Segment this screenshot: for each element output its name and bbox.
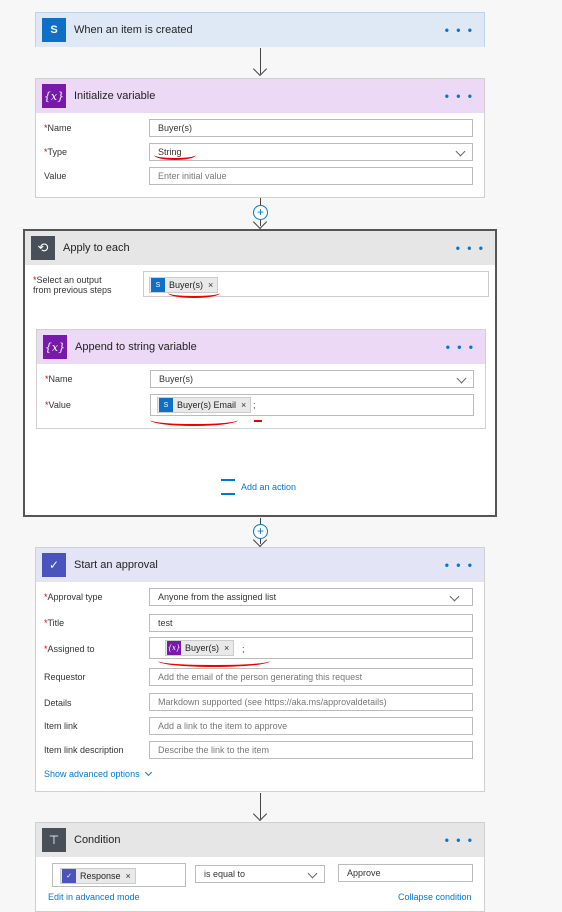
- sharepoint-icon: S: [159, 398, 173, 412]
- approval-type-label: *Approval type: [44, 592, 103, 602]
- start-approval-title: Start an approval: [74, 559, 158, 571]
- start-approval-card: ✓ Start an approval • • • *Approval type…: [35, 547, 485, 792]
- chevron-down-icon: [455, 146, 466, 157]
- condition-title: Condition: [74, 834, 121, 846]
- sharepoint-icon: S: [151, 278, 165, 292]
- initialize-variable-card: {x} Initialize variable • • • *Name Buye…: [35, 78, 485, 198]
- show-advanced-options-label: Show advanced options: [44, 769, 140, 779]
- collapse-condition-link[interactable]: Collapse condition: [398, 892, 472, 902]
- select-output-label: *Select an output from previous steps: [33, 275, 112, 295]
- item-link-description-input[interactable]: Describe the link to the item: [149, 741, 473, 759]
- sharepoint-icon: S: [42, 18, 66, 42]
- start-approval-header[interactable]: ✓ Start an approval • • •: [36, 548, 484, 582]
- red-underline-annotation: [150, 414, 238, 426]
- variable-icon: {x}: [43, 335, 67, 359]
- name-label: *Name: [44, 123, 72, 133]
- chevron-down-icon: [145, 768, 153, 777]
- token-label: Buyer(s): [185, 643, 220, 653]
- remove-token-icon[interactable]: ×: [241, 400, 246, 410]
- assigned-to-label: *Assigned to: [44, 644, 95, 654]
- more-options-icon[interactable]: • • •: [456, 241, 485, 255]
- name-label: *Name: [45, 374, 73, 384]
- more-options-icon[interactable]: • • •: [445, 558, 474, 572]
- arrow-down-icon: [252, 806, 268, 822]
- value-input[interactable]: Enter initial value: [149, 167, 473, 185]
- item-link-label: Item link: [44, 721, 78, 731]
- trigger-card[interactable]: S When an item is created • • •: [35, 12, 485, 47]
- buyers-email-token[interactable]: S Buyer(s) Email ×: [157, 397, 252, 413]
- variable-icon: {x}: [42, 84, 66, 108]
- name-dropdown[interactable]: Buyer(s): [150, 370, 474, 388]
- add-action-button[interactable]: Add an action: [221, 479, 296, 495]
- chevron-down-icon: [456, 373, 467, 384]
- initialize-variable-title: Initialize variable: [74, 90, 156, 102]
- title-field[interactable]: test: [149, 614, 473, 632]
- name-field[interactable]: Buyer(s): [149, 119, 473, 137]
- apply-to-each-card: ⟲ Apply to each • • • *Select an output f…: [23, 229, 497, 517]
- response-token[interactable]: ✓ Response ×: [60, 868, 136, 884]
- remove-token-icon[interactable]: ×: [224, 643, 229, 653]
- condition-operator-dropdown[interactable]: is equal to: [195, 865, 325, 883]
- red-underline-annotation: [168, 288, 220, 298]
- chevron-down-icon: [307, 868, 318, 879]
- name-value: Buyer(s): [159, 374, 194, 384]
- details-label: Details: [44, 698, 72, 708]
- append-variable-header[interactable]: {x} Append to string variable • • •: [37, 330, 485, 364]
- add-action-label: Add an action: [241, 482, 297, 492]
- red-underline-annotation: [158, 655, 270, 667]
- condition-card: ⊤ Condition • • • ✓ Response × is equal …: [35, 822, 485, 912]
- approval-type-value: Anyone from the assigned list: [158, 592, 277, 602]
- red-underline-annotation: [254, 416, 262, 422]
- append-variable-title: Append to string variable: [75, 341, 197, 353]
- more-options-icon[interactable]: • • •: [445, 833, 474, 847]
- item-link-input[interactable]: Add a link to the item to approve: [149, 717, 473, 735]
- assigned-suffix: ;: [242, 644, 245, 654]
- approval-type-dropdown[interactable]: Anyone from the assigned list: [149, 588, 473, 606]
- value-suffix: ;: [253, 400, 256, 410]
- more-options-icon[interactable]: • • •: [445, 23, 474, 37]
- operator-value: is equal to: [204, 869, 246, 879]
- variable-icon: {x}: [167, 641, 181, 655]
- initialize-variable-header[interactable]: {x} Initialize variable • • •: [36, 79, 484, 113]
- apply-to-each-title: Apply to each: [63, 242, 130, 254]
- loop-icon: ⟲: [31, 236, 55, 260]
- details-input[interactable]: Markdown supported (see https://aka.ms/a…: [149, 693, 473, 711]
- red-underline-annotation: [154, 150, 196, 160]
- value-label: Value: [44, 171, 67, 181]
- more-options-icon[interactable]: • • •: [445, 89, 474, 103]
- item-link-description-label: Item link description: [44, 745, 124, 755]
- condition-header[interactable]: ⊤ Condition • • •: [36, 823, 484, 857]
- show-advanced-options-link[interactable]: Show advanced options: [44, 768, 153, 779]
- requestor-label: Requestor: [44, 672, 86, 682]
- value-label: *Value: [45, 400, 71, 410]
- append-variable-card: {x} Append to string variable • • • *Nam…: [36, 329, 486, 429]
- assigned-buyers-token[interactable]: {x} Buyer(s) ×: [165, 640, 235, 656]
- add-action-icon: [221, 479, 235, 495]
- arrow-down-icon: [252, 61, 268, 77]
- type-dropdown[interactable]: String: [149, 143, 473, 161]
- more-options-icon[interactable]: • • •: [446, 340, 475, 354]
- approval-icon: ✓: [62, 869, 76, 883]
- title-label: *Title: [44, 618, 65, 628]
- remove-token-icon[interactable]: ×: [126, 871, 131, 881]
- condition-right-operand[interactable]: Approve: [338, 864, 473, 882]
- token-label: Buyer(s) Email: [177, 400, 237, 410]
- requestor-input[interactable]: Add the email of the person generating t…: [149, 668, 473, 686]
- trigger-title: When an item is created: [74, 24, 193, 36]
- apply-to-each-header[interactable]: ⟲ Apply to each • • •: [25, 231, 495, 265]
- edit-advanced-mode-link[interactable]: Edit in advanced mode: [48, 892, 140, 902]
- trigger-header[interactable]: S When an item is created • • •: [36, 13, 484, 47]
- condition-icon: ⊤: [42, 828, 66, 852]
- chevron-down-icon: [449, 591, 460, 602]
- token-label: Response: [80, 871, 121, 881]
- approval-icon: ✓: [42, 553, 66, 577]
- type-label: *Type: [44, 147, 68, 157]
